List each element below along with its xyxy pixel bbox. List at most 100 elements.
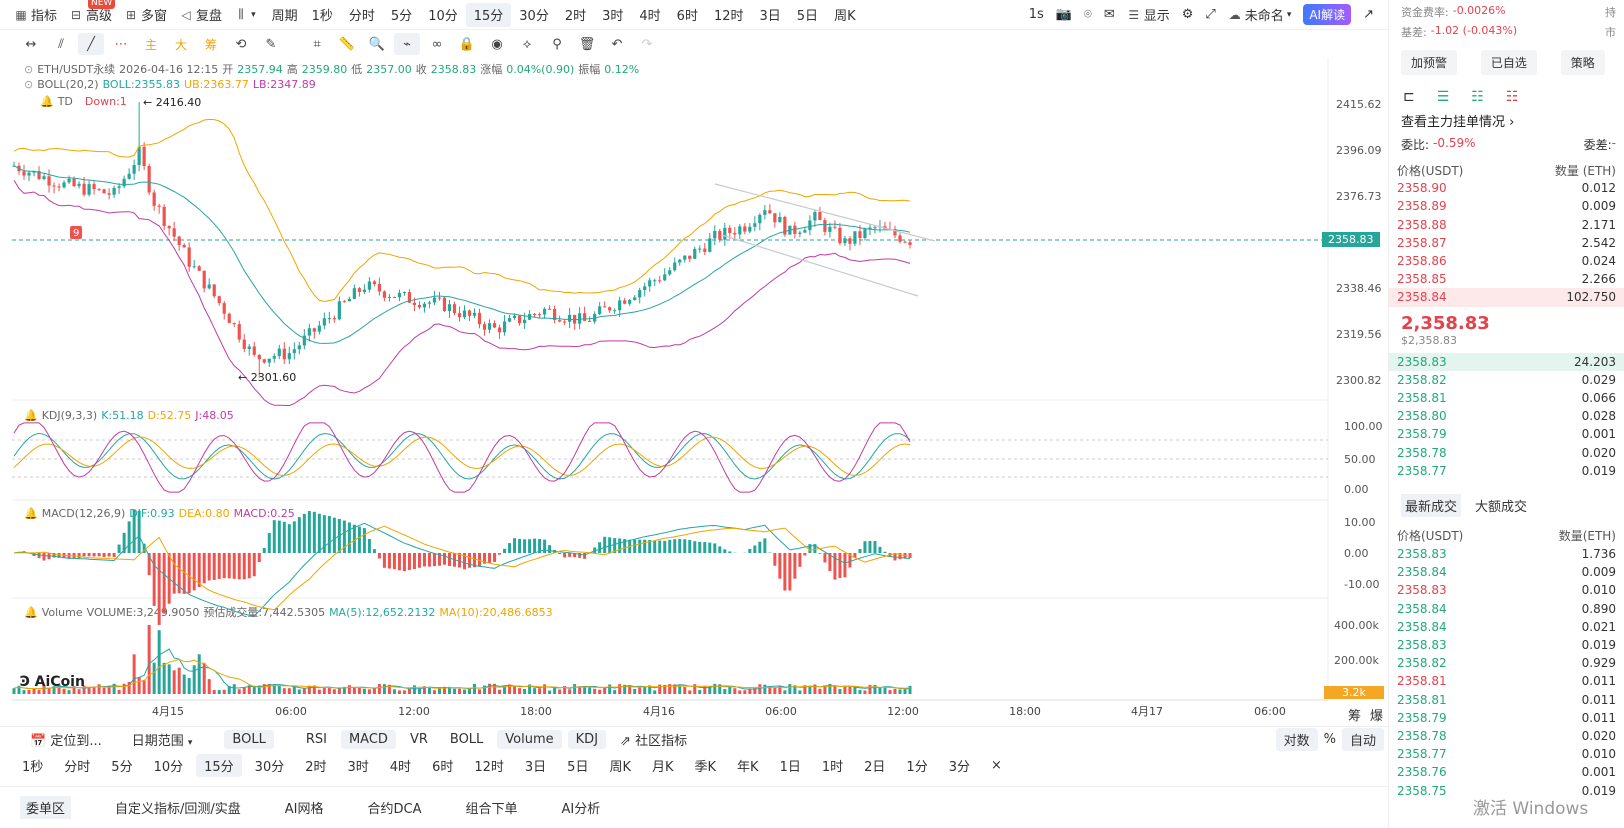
order-row[interactable]: 2358.79 0.001 (1389, 425, 1624, 443)
period-tab[interactable]: 12时 (706, 3, 752, 27)
period-tab[interactable]: 2时 (557, 3, 594, 27)
period-option[interactable]: 10分 (146, 754, 192, 777)
period-option[interactable]: 6时 (424, 754, 461, 777)
period-tab[interactable]: 5日 (789, 3, 826, 27)
period-tab[interactable]: 5分 (383, 3, 420, 27)
close-icon[interactable]: × (983, 756, 1010, 775)
link-icon[interactable]: ∞ (424, 33, 450, 55)
chart-type-button[interactable]: ⫼ ▾ (228, 3, 262, 27)
magnet-icon[interactable]: ⌁ (394, 33, 420, 55)
multi-window-button[interactable]: ⊞ 多窗 (118, 3, 173, 27)
indicator-button[interactable]: Volume (497, 730, 562, 749)
magic-icon[interactable]: ⟡ (514, 33, 540, 55)
tab-latest-trades[interactable]: 最新成交 (1401, 493, 1462, 517)
order-row[interactable]: 2358.85 2.266 (1389, 270, 1624, 288)
zoom-icon[interactable]: 🔍 (364, 33, 390, 55)
footer-tab[interactable]: 委单区 (20, 796, 72, 819)
order-row[interactable]: 2358.80 0.028 (1389, 407, 1624, 425)
favorite-button[interactable]: 已自选 (1480, 50, 1537, 75)
order-row[interactable]: 2358.90 0.012 (1389, 179, 1624, 197)
settings-icon[interactable]: ⚙ (1176, 3, 1200, 27)
period-option[interactable]: 3分 (941, 754, 978, 777)
share-icon[interactable]: ↗ (1357, 3, 1380, 27)
axis-corner-label[interactable]: 筹 (1348, 705, 1361, 724)
price-chart[interactable]: ← 2416.40 ← 2301.60 9 4月15 06:00 12:00 18:00 4月… (0, 58, 1388, 726)
order-row[interactable]: 2358.84 102.750 (1389, 288, 1624, 307)
period-option[interactable]: 4时 (382, 754, 419, 777)
large-order-tool[interactable]: 大 (168, 33, 194, 55)
period-option[interactable]: 2日 (856, 754, 893, 777)
period-option[interactable]: 5日 (559, 754, 596, 777)
tab-large-trades[interactable]: 大额成交 (1475, 494, 1527, 517)
layout-button[interactable]: ☁ 未命名 ▾ (1222, 3, 1298, 27)
parallel-lines-icon[interactable]: ⫽ (48, 33, 74, 55)
camera-icon[interactable]: 📷 (1050, 3, 1078, 27)
indicator-button[interactable]: BOLL (224, 730, 274, 749)
period-option[interactable]: 12时 (466, 754, 512, 777)
period-option[interactable]: 年K (729, 754, 767, 777)
strategy-button[interactable]: 策略 (1560, 50, 1605, 75)
chips-tool[interactable]: 筹 (198, 33, 224, 55)
period-option[interactable]: 3日 (517, 754, 554, 777)
footer-tab[interactable]: 合约DCA (368, 798, 422, 817)
period-tab[interactable]: 分时 (341, 3, 383, 27)
period-tab[interactable]: 4时 (631, 3, 668, 27)
add-alert-button[interactable]: 加预警 (1401, 50, 1458, 75)
axis-corner-label[interactable]: 爆 (1370, 705, 1383, 724)
depth-both-icon[interactable]: ⊏ (1403, 89, 1415, 105)
trash-icon[interactable]: 🗑 (574, 33, 600, 55)
period-option[interactable]: 3时 (340, 754, 377, 777)
pen-icon[interactable]: ✎ (258, 33, 284, 55)
order-row[interactable]: 2358.86 0.024 (1389, 252, 1624, 270)
replay-button[interactable]: ◁ 复盘 (173, 3, 228, 27)
depth-asks-icon[interactable]: ☷ (1471, 89, 1484, 105)
indicator-icon[interactable]: ⌾ (1078, 3, 1098, 27)
period-option[interactable]: 周K (601, 754, 639, 777)
lock-icon[interactable]: 🔒 (454, 33, 480, 55)
footer-tab[interactable]: 组合下单 (466, 798, 518, 817)
footer-tab[interactable]: AI分析 (562, 798, 601, 817)
period-tab[interactable]: 15分 (465, 2, 512, 27)
horizontal-line-icon[interactable]: ↔ (18, 33, 44, 55)
auto-scale-button[interactable]: 自动 (1341, 728, 1384, 751)
footer-tab[interactable]: AI网格 (285, 798, 324, 817)
period-tab[interactable]: 周K (826, 3, 864, 27)
display-button[interactable]: ☰ 显示 (1121, 3, 1176, 27)
period-option[interactable]: 2时 (297, 754, 334, 777)
indicator-button[interactable]: MACD (340, 730, 396, 749)
depth-bids-icon[interactable]: ☰ (1437, 89, 1450, 105)
indicator-button[interactable]: RSI (298, 730, 335, 749)
order-row[interactable]: 2358.82 0.029 (1389, 371, 1624, 389)
period-option[interactable]: 1分 (898, 754, 935, 777)
main-force-tool[interactable]: 主 (138, 33, 164, 55)
order-row[interactable]: 2358.87 2.542 (1389, 234, 1624, 252)
order-row[interactable]: 2358.77 0.019 (1389, 462, 1624, 480)
date-range-button[interactable]: 日期范围 ▾ (124, 728, 201, 751)
indicators-button[interactable]: ▦ 指标 (0, 3, 63, 27)
main-orders-link[interactable]: 查看主力挂单情况 › (1389, 105, 1624, 130)
ai-button[interactable]: AI解读 (1297, 3, 1357, 27)
depth-list-icon[interactable]: ☷ (1506, 89, 1519, 105)
period-tab[interactable]: 30分 (511, 3, 557, 27)
period-tab[interactable]: 3时 (594, 3, 631, 27)
period-option[interactable]: 1日 (772, 754, 809, 777)
order-row[interactable]: 2358.81 0.066 (1389, 389, 1624, 407)
order-row[interactable]: 2358.88 2.171 (1389, 216, 1624, 234)
order-row[interactable]: 2358.83 24.203 (1389, 352, 1624, 371)
period-option[interactable]: 30分 (247, 754, 293, 777)
order-row[interactable]: 2358.89 0.009 (1389, 197, 1624, 215)
filter-icon[interactable]: ⚲ (544, 33, 570, 55)
indicator-button[interactable]: BOLL (442, 730, 491, 749)
log-scale-button[interactable]: 对数 (1275, 728, 1318, 751)
locate-button[interactable]: 📅 定位到... (22, 728, 110, 751)
period-tab[interactable]: 10分 (420, 3, 466, 27)
period-option[interactable]: 季K (687, 754, 725, 777)
community-indicators-button[interactable]: ⇗ 社区指标 (612, 728, 695, 751)
fullscreen-icon[interactable]: ⤢ (1199, 3, 1221, 27)
trend-line-icon[interactable]: ╱ (78, 33, 104, 55)
period-tab[interactable]: 3日 (752, 3, 789, 27)
indicator-button[interactable]: KDJ (567, 730, 607, 749)
percent-scale-button[interactable]: % (1320, 730, 1340, 749)
period-option[interactable]: 5分 (103, 754, 140, 777)
indicator-button[interactable]: VR (402, 730, 436, 749)
